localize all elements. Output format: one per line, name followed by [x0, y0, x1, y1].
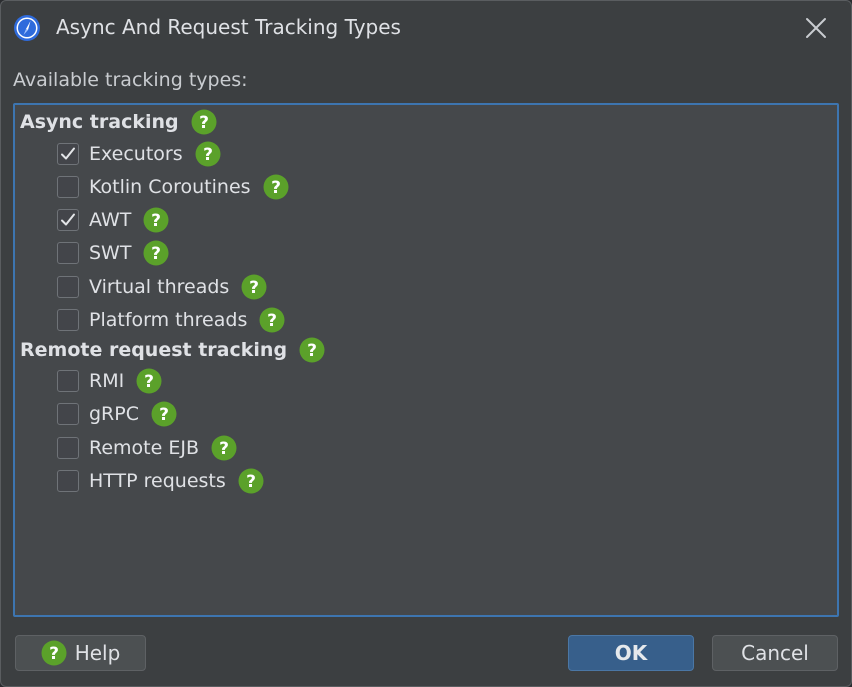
group-label: Async tracking: [20, 111, 179, 133]
help-icon[interactable]: ?: [136, 368, 162, 394]
help-button-label: Help: [74, 641, 121, 665]
item-label: HTTP requests: [89, 470, 226, 492]
dialog-title: Async And Request Tracking Types: [56, 15, 401, 39]
help-icon[interactable]: ?: [143, 207, 169, 233]
checkbox[interactable]: [57, 276, 79, 298]
available-types-label: Available tracking types:: [13, 69, 248, 91]
item-label: Virtual threads: [89, 276, 230, 298]
tree-item-swt[interactable]: SWT ?: [57, 238, 169, 268]
checkbox[interactable]: [57, 437, 79, 459]
item-label: Remote EJB: [89, 437, 199, 459]
svg-text:?: ?: [151, 211, 161, 231]
app-compass-icon: [13, 14, 41, 42]
group-remote-request-tracking: Remote request tracking ?: [20, 335, 325, 365]
svg-text:?: ?: [144, 372, 154, 392]
tree-item-rmi[interactable]: RMI ?: [57, 366, 162, 396]
cancel-button[interactable]: Cancel: [712, 635, 838, 671]
checkbox[interactable]: [57, 143, 79, 165]
tree-item-kotlin-coroutines[interactable]: Kotlin Coroutines ?: [57, 172, 289, 202]
check-icon: [61, 147, 75, 160]
item-label: RMI: [89, 370, 125, 392]
help-icon: ?: [41, 640, 67, 666]
help-icon[interactable]: ?: [211, 435, 237, 461]
item-label: AWT: [89, 209, 132, 231]
help-icon[interactable]: ?: [151, 401, 177, 427]
item-label: Platform threads: [89, 309, 248, 331]
help-icon[interactable]: ?: [259, 307, 285, 333]
help-icon[interactable]: ?: [238, 468, 264, 494]
checkbox[interactable]: [57, 176, 79, 198]
svg-text:?: ?: [246, 472, 256, 492]
svg-text:?: ?: [159, 405, 169, 425]
tree-item-awt[interactable]: AWT ?: [57, 205, 169, 235]
help-icon[interactable]: ?: [143, 240, 169, 266]
ok-button-label: OK: [614, 641, 648, 665]
item-label: SWT: [89, 242, 132, 264]
tree-item-http-requests[interactable]: HTTP requests ?: [57, 466, 264, 496]
svg-text:?: ?: [249, 278, 259, 298]
help-icon[interactable]: ?: [195, 141, 221, 167]
svg-text:?: ?: [267, 311, 277, 331]
ok-button[interactable]: OK: [568, 635, 694, 671]
item-label: Kotlin Coroutines: [89, 176, 251, 198]
help-icon[interactable]: ?: [191, 109, 217, 135]
close-icon[interactable]: [801, 13, 831, 43]
item-label: Executors: [89, 143, 183, 165]
tree-item-executors[interactable]: Executors ?: [57, 139, 221, 169]
checkbox[interactable]: [57, 403, 79, 425]
checkbox[interactable]: [57, 309, 79, 331]
cancel-button-label: Cancel: [741, 641, 809, 665]
svg-text:?: ?: [307, 341, 317, 361]
help-icon[interactable]: ?: [263, 174, 289, 200]
svg-text:?: ?: [199, 113, 209, 133]
title-bar: Async And Request Tracking Types: [1, 1, 851, 55]
checkbox[interactable]: [57, 370, 79, 392]
svg-text:?: ?: [219, 439, 229, 459]
group-async-tracking: Async tracking ?: [20, 107, 217, 137]
check-icon: [61, 213, 75, 226]
item-label: gRPC: [89, 403, 139, 425]
tree-item-grpc[interactable]: gRPC ?: [57, 399, 177, 429]
checkbox[interactable]: [57, 470, 79, 492]
dialog: Async And Request Tracking Types Availab…: [0, 0, 852, 687]
svg-text:?: ?: [152, 244, 162, 264]
svg-text:?: ?: [271, 178, 281, 198]
tree-item-platform-threads[interactable]: Platform threads ?: [57, 305, 285, 335]
tree-item-remote-ejb[interactable]: Remote EJB ?: [57, 433, 237, 463]
svg-text:?: ?: [49, 644, 59, 664]
help-icon[interactable]: ?: [299, 337, 325, 363]
help-icon[interactable]: ?: [241, 274, 267, 300]
tracking-types-tree[interactable]: Async tracking ? Executors ? Kotlin Coro…: [13, 103, 839, 617]
checkbox[interactable]: [57, 209, 79, 231]
help-button[interactable]: ? Help: [15, 635, 146, 671]
svg-text:?: ?: [203, 145, 213, 165]
group-label: Remote request tracking: [20, 339, 288, 361]
checkbox[interactable]: [57, 242, 79, 264]
tree-item-virtual-threads[interactable]: Virtual threads ?: [57, 272, 267, 302]
